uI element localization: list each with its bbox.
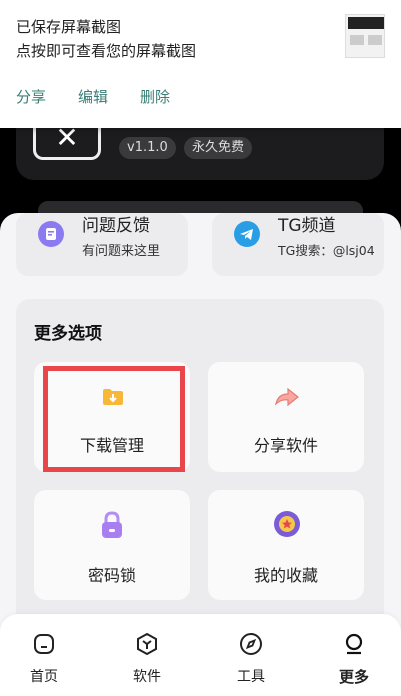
notification-actions: 分享 编辑 删除 bbox=[16, 86, 170, 107]
nav-more-label: 更多 bbox=[338, 668, 369, 686]
nav-software-label: 软件 bbox=[133, 669, 161, 685]
more-icon bbox=[342, 632, 366, 656]
share-software-label: 分享软件 bbox=[253, 436, 318, 455]
password-lock-button[interactable]: 密码锁 bbox=[34, 490, 190, 600]
screenshot-notification[interactable]: 已保存屏幕截图 点按即可查看您的屏幕截图 分享 编辑 删除 bbox=[0, 0, 401, 128]
version-badge: v1.1.0 bbox=[119, 137, 176, 159]
telegram-icon bbox=[234, 221, 260, 247]
free-badge: 永久免费 bbox=[184, 137, 253, 159]
highlight-box bbox=[43, 366, 185, 472]
cube-icon bbox=[135, 632, 159, 656]
favorites-label: 我的收藏 bbox=[253, 566, 318, 585]
compass-icon bbox=[239, 632, 263, 656]
password-lock-label: 密码锁 bbox=[87, 566, 136, 585]
feedback-title: 问题反馈 bbox=[82, 216, 150, 236]
star-favorite-icon bbox=[273, 510, 301, 542]
nav-home-label: 首页 bbox=[30, 669, 58, 685]
nav-more[interactable]: 更多 bbox=[324, 632, 384, 687]
telegram-subtitle: TG搜索：@lsj04 bbox=[278, 243, 375, 258]
feedback-subtitle: 有问题来这里 bbox=[82, 244, 161, 259]
notification-delete-button[interactable]: 删除 bbox=[140, 86, 170, 107]
favorites-button[interactable]: 我的收藏 bbox=[208, 490, 364, 600]
feedback-icon bbox=[38, 221, 64, 247]
nav-software[interactable]: 软件 bbox=[117, 632, 177, 686]
notification-share-button[interactable]: 分享 bbox=[16, 86, 46, 107]
share-software-button[interactable]: 分享软件 bbox=[208, 362, 364, 472]
nav-tools-label: 工具 bbox=[237, 669, 265, 685]
lock-icon bbox=[99, 510, 125, 544]
nav-home[interactable]: 首页 bbox=[14, 632, 74, 686]
screenshot-thumbnail[interactable] bbox=[345, 14, 385, 58]
notification-title: 已保存屏幕截图 bbox=[16, 18, 122, 36]
bottom-nav: 首页 软件 工具 更多 bbox=[0, 614, 401, 696]
notification-body: 点按即可查看您的屏幕截图 bbox=[16, 42, 197, 60]
nav-tools[interactable]: 工具 bbox=[221, 632, 281, 686]
notification-edit-button[interactable]: 编辑 bbox=[78, 86, 108, 107]
telegram-title: TG频道 bbox=[278, 216, 336, 236]
more-options-title: 更多选项 bbox=[34, 324, 102, 344]
home-icon bbox=[32, 632, 56, 656]
share-arrow-icon bbox=[274, 386, 300, 412]
